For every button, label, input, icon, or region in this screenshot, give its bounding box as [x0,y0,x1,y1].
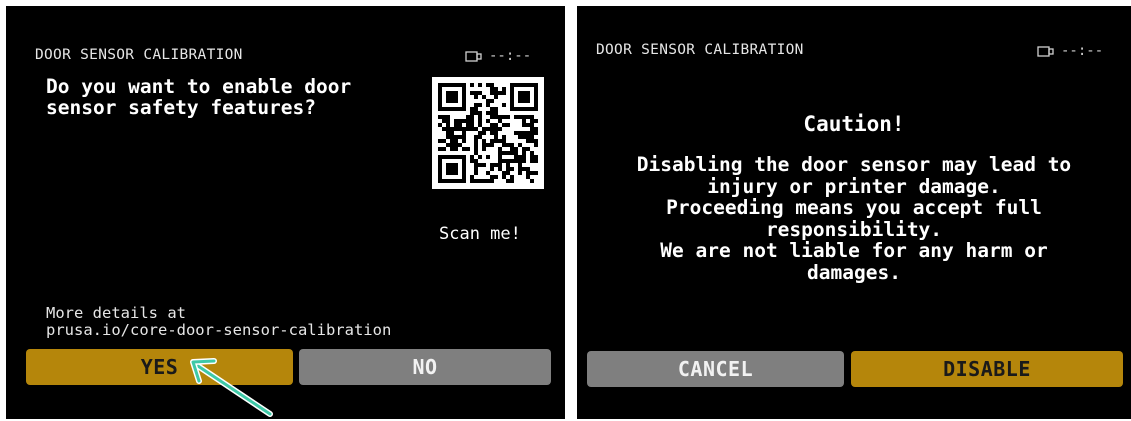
caution-line: Proceeding means you accept full [666,196,1042,219]
right-screen: DOOR SENSOR CALIBRATION --:-- Caution! D… [577,6,1131,419]
caution-line: injury or printer damage. [707,174,1001,198]
question-line: Do you want to enable door [46,75,352,98]
no-button[interactable]: NO [299,349,551,385]
question-line: sensor safety features? [46,96,317,119]
caution-line: damages. [807,260,901,284]
cancel-button[interactable]: CANCEL [587,351,844,387]
caution-line: responsibility. [765,217,943,241]
caution-line: We are not liable for any harm or [660,239,1048,262]
details-link[interactable]: prusa.io/core-door-sensor-calibration [46,322,391,339]
header-title: DOOR SENSOR CALIBRATION [596,42,804,58]
header-status: --:-- [465,48,531,64]
scan-me-label: Scan me! [439,224,521,244]
question-text: Do you want to enable door sensor safety… [46,76,351,118]
header-title: DOOR SENSOR CALIBRATION [35,47,243,63]
header-time: --:-- [489,48,532,64]
qr-code-icon [432,77,544,189]
details-line: More details at [46,304,186,322]
yes-button[interactable]: YES [26,349,293,385]
header-status: --:-- [1037,43,1103,59]
caution-title: Caution! [803,112,905,136]
disable-button[interactable]: DISABLE [851,351,1123,387]
caution-line: Disabling the door sensor may lead to [636,153,1072,176]
caution-message: Disabling the door sensor may lead to in… [577,154,1131,283]
details-text: More details at prusa.io/core-door-senso… [46,305,391,339]
header-time: --:-- [1061,43,1104,59]
usb-drive-icon [465,50,483,62]
left-screen: DOOR SENSOR CALIBRATION --:-- Do you wan… [6,6,565,419]
usb-drive-icon [1037,45,1055,57]
